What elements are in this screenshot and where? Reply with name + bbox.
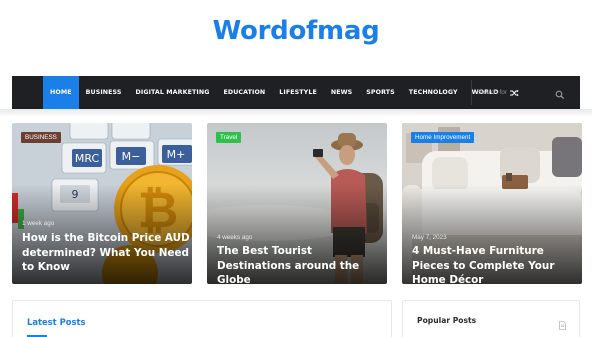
nav-item-sports[interactable]: SPORTS bbox=[359, 76, 402, 109]
latest-posts-panel: Latest Posts bbox=[12, 300, 392, 337]
svg-text:M+: M+ bbox=[167, 148, 186, 161]
svg-text:M−: M− bbox=[122, 150, 141, 163]
site-title[interactable]: Wordofmag bbox=[0, 16, 592, 46]
post-date: 1 week ago bbox=[22, 220, 55, 227]
category-badge[interactable]: BUSINESS bbox=[21, 132, 61, 143]
nav-item-education[interactable]: EDUCATION bbox=[216, 76, 272, 109]
nav-item-news[interactable]: NEWS bbox=[324, 76, 359, 109]
popular-posts-heading: Popular Posts bbox=[417, 316, 477, 325]
post-title[interactable]: How is the Bitcoin Price AUD determined?… bbox=[22, 231, 190, 275]
nav-item-lifestyle[interactable]: LIFESTYLE bbox=[272, 76, 324, 109]
search-input[interactable] bbox=[472, 89, 542, 96]
nav-item-digital-marketing[interactable]: DIGITAL MARKETING bbox=[129, 76, 217, 109]
featured-post-card[interactable]: Travel 4 weeks ago The Best Tourist Dest… bbox=[207, 123, 387, 284]
post-date: 4 weeks ago bbox=[217, 234, 253, 241]
search-icon[interactable] bbox=[555, 87, 567, 100]
featured-post-card[interactable]: Home Improvement May 7, 2023 4 Must-Have… bbox=[402, 123, 582, 284]
nav-search bbox=[471, 80, 567, 105]
category-badge[interactable]: Home Improvement bbox=[411, 132, 475, 143]
nav-item-home[interactable]: HOME bbox=[43, 76, 79, 109]
main-navbar: HOME BUSINESS DIGITAL MARKETING EDUCATIO… bbox=[12, 76, 580, 109]
popular-posts-panel: Popular Posts bbox=[402, 300, 580, 337]
category-badge[interactable]: Travel bbox=[216, 132, 242, 143]
nav-item-business[interactable]: BUSINESS bbox=[79, 76, 129, 109]
nav-item-technology[interactable]: TECHNOLOGY bbox=[402, 76, 465, 109]
document-icon bbox=[559, 317, 566, 335]
latest-posts-heading: Latest Posts bbox=[27, 317, 86, 327]
post-date: May 7, 2023 bbox=[412, 234, 447, 241]
post-title[interactable]: 4 Must-Have Furniture Pieces to Complete… bbox=[412, 244, 580, 284]
svg-text:MRC: MRC bbox=[75, 152, 100, 165]
featured-post-card[interactable]: MRC M− M+ 9 ₿ BUSINESS 1 week ago How is… bbox=[12, 123, 192, 284]
post-title[interactable]: The Best Tourist Destinations around the… bbox=[217, 244, 385, 284]
nav-shadow bbox=[0, 109, 592, 117]
nav-menu: HOME BUSINESS DIGITAL MARKETING EDUCATIO… bbox=[12, 76, 524, 109]
